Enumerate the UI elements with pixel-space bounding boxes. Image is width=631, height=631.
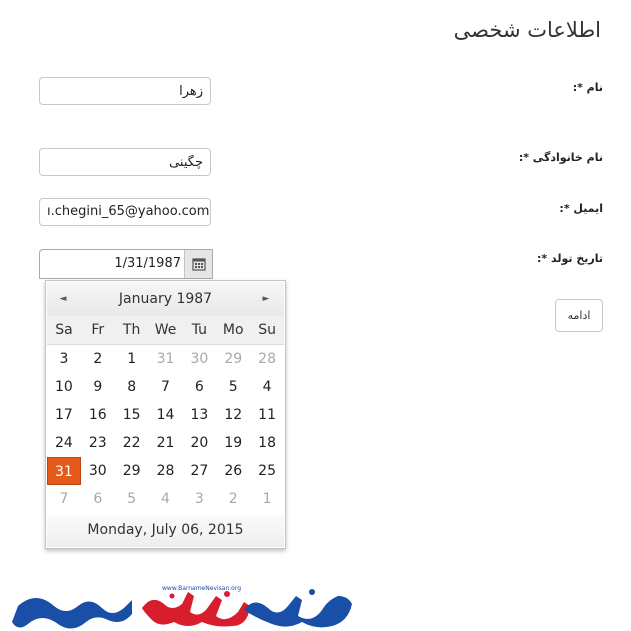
calendar-day[interactable]: 1 [115,345,149,373]
calendar-day-selected[interactable]: 31 [47,457,81,485]
calendar-today-footer[interactable]: Monday, July 06, 2015 [47,515,284,547]
calendar-week-row: 3 2 1 31 30 29 28 [47,345,284,373]
weekday-header: We [154,322,177,338]
weekday-header: Sa [55,322,73,338]
first-name-input[interactable] [39,77,211,105]
logo-red-swoosh [142,592,250,627]
calendar-day[interactable]: 28 [149,457,183,485]
calendar-icon [191,258,206,271]
logo-dot-2 [169,593,175,599]
calendar-day[interactable]: 5 [216,373,250,401]
next-month-icon[interactable]: ► [258,291,274,307]
calendar-day[interactable]: 11 [250,401,284,429]
calendar-header: ◄ January 1987 ► [47,282,284,316]
calendar-day[interactable]: 15 [115,401,149,429]
weekday-header-row: Sa Fr Th We Tu Mo Su [47,316,284,345]
calendar-day[interactable]: 14 [149,401,183,429]
calendar-day[interactable]: 1 [250,485,284,513]
site-logo: www.BarnameNevisan.org [12,585,352,629]
calendar-day[interactable]: 13 [182,401,216,429]
calendar-day[interactable]: 6 [182,373,216,401]
email-label: ایمیل *: [559,202,603,215]
calendar-day[interactable]: 22 [115,429,149,457]
calendar-day[interactable]: 30 [81,457,115,485]
calendar-day[interactable]: 27 [182,457,216,485]
calendar-day[interactable]: 4 [250,373,284,401]
first-name-label: نام *: [572,81,603,94]
calendar-day[interactable]: 17 [47,401,81,429]
calendar-day[interactable]: 7 [47,485,81,513]
calendar-day[interactable]: 24 [47,429,81,457]
calendar-day[interactable]: 29 [115,457,149,485]
date-picker-button[interactable] [184,250,212,278]
last-name-label: نام خانوادگی *: [518,151,603,164]
calendar-day[interactable]: 20 [182,429,216,457]
calendar-day[interactable]: 18 [250,429,284,457]
weekday-header: Th [122,322,141,338]
last-name-input[interactable] [39,148,211,176]
calendar-day[interactable]: 2 [81,345,115,373]
calendar-day[interactable]: 25 [250,457,284,485]
calendar-week-row: 31 30 29 28 27 26 25 [47,457,284,485]
calendar-day[interactable]: 19 [216,429,250,457]
form-title: اطلاعات شخصی [453,18,601,42]
calendar-day[interactable]: 8 [115,373,149,401]
birthdate-label: تاریخ تولد *: [537,252,603,265]
calendar-week-row: 7654321 [47,485,284,513]
calendar-day[interactable]: 2 [216,485,250,513]
calendar-day[interactable]: 10 [47,373,81,401]
weekday-header: Su [258,322,276,338]
calendar-day[interactable]: 30 [182,345,216,373]
calendar-day[interactable]: 12 [216,401,250,429]
calendar-day[interactable]: 3 [182,485,216,513]
calendar-day[interactable]: 4 [149,485,183,513]
email-input[interactable]: ı.chegini_65@yahoo.com [39,198,211,226]
calendar-grid: Sa Fr Th We Tu Mo Su 3 2 1 31 30 29 28 10 9 8 7 6 5 4 17 16 15… [47,316,284,513]
weekday-header: Mo [222,322,244,338]
calendar-day[interactable]: 26 [216,457,250,485]
calendar-day[interactable]: 29 [216,345,250,373]
weekday-header: Tu [191,322,208,338]
logo-blue-swoosh-2 [244,596,352,628]
calendar-week-row: 10 9 8 7 6 5 4 [47,373,284,401]
calendar-week-row: 24 23 22 21 20 19 18 [47,429,284,457]
calendar-day[interactable]: 16 [81,401,115,429]
calendar-day[interactable]: 9 [81,373,115,401]
calendar-day[interactable]: 28 [250,345,284,373]
calendar-popup: ◄ January 1987 ► Sa Fr Th We Tu Mo Su 3 2 1 31 30 2… [45,280,286,549]
calendar-day[interactable]: 23 [81,429,115,457]
logo-dot-1 [224,591,230,597]
continue-button[interactable]: ادامه [555,299,603,332]
calendar-day[interactable]: 5 [115,485,149,513]
weekday-header: Fr [91,322,105,338]
calendar-week-row: 17 16 15 14 13 12 11 [47,401,284,429]
logo-url-text: www.BarnameNevisan.org [162,585,241,592]
calendar-month-title[interactable]: January 1987 [47,291,284,307]
birthdate-picker [39,249,213,279]
calendar-day[interactable]: 7 [149,373,183,401]
calendar-day[interactable]: 3 [47,345,81,373]
calendar-day[interactable]: 21 [149,429,183,457]
birthdate-input[interactable] [40,250,184,278]
calendar-day[interactable]: 31 [149,345,183,373]
calendar-day[interactable]: 6 [81,485,115,513]
logo-blue-swoosh [12,598,132,629]
logo-dot-3 [309,589,315,595]
